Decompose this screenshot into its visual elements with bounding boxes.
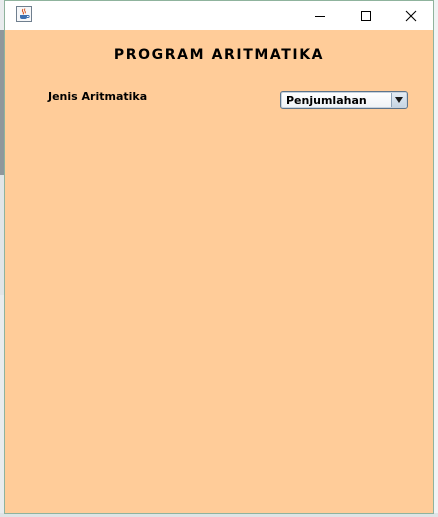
title-bar[interactable] <box>5 1 433 30</box>
java-coffee-icon[interactable] <box>16 6 32 22</box>
app-window: PROGRAM ARITMATIKA Jenis Aritmatika Penj… <box>4 0 434 514</box>
minimize-button[interactable] <box>297 1 343 30</box>
triangle-down-icon <box>395 97 403 103</box>
close-icon <box>405 10 417 21</box>
form-panel: PROGRAM ARITMATIKA Jenis Aritmatika Penj… <box>5 30 433 513</box>
desktop-background-right <box>434 0 438 517</box>
maximize-button[interactable] <box>343 1 389 30</box>
dropdown-arrow-button[interactable] <box>391 93 406 107</box>
maximize-icon <box>361 10 371 21</box>
operation-label: Jenis Aritmatika <box>48 90 148 103</box>
page-title: PROGRAM ARITMATIKA <box>113 47 325 63</box>
operation-dropdown-value: Penjumlahan <box>286 94 367 107</box>
minimize-icon <box>315 15 325 17</box>
operation-dropdown[interactable]: Penjumlahan <box>280 91 408 109</box>
close-button[interactable] <box>388 1 434 30</box>
